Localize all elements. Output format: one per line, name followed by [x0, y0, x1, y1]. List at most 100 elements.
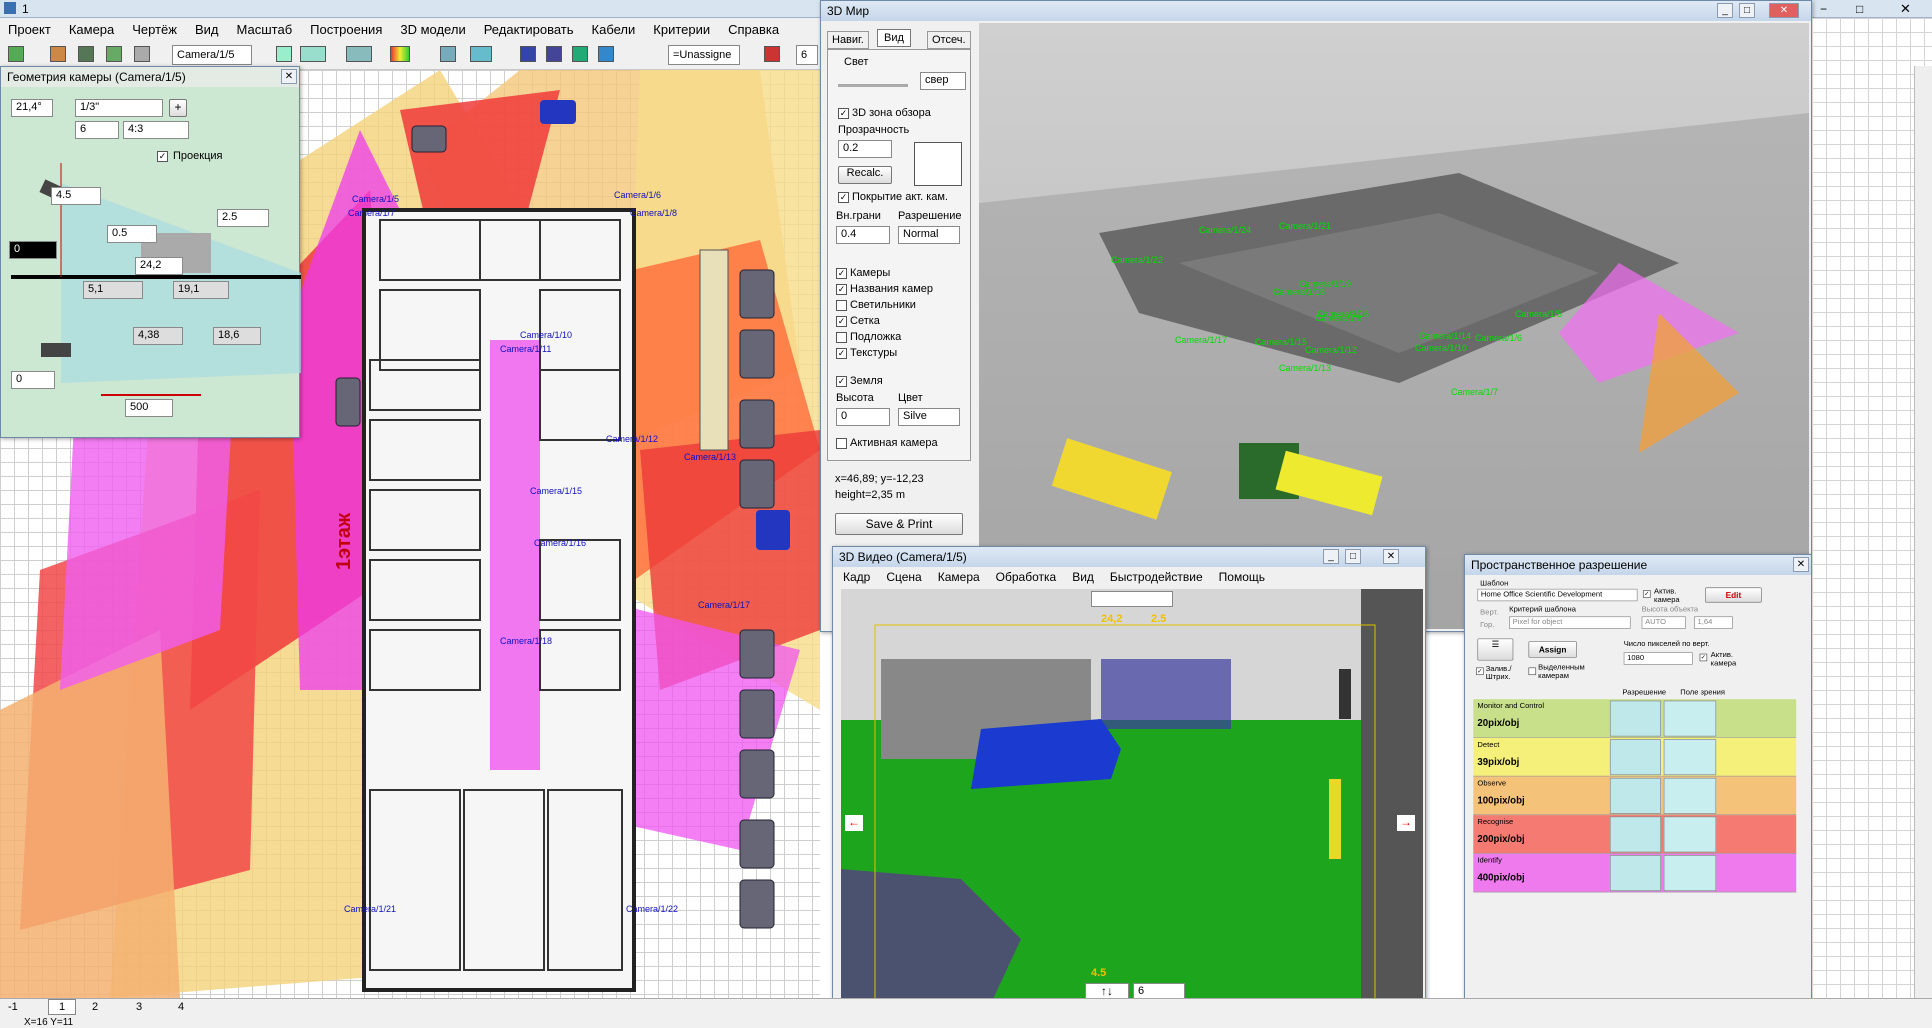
- menu-help[interactable]: Помощь: [1219, 570, 1265, 584]
- align-icon[interactable]: [764, 46, 780, 62]
- bus-icon[interactable]: [546, 46, 562, 62]
- camera-label[interactable]: Camera/1/21: [344, 904, 396, 914]
- zone-checkbox[interactable]: ✓: [838, 108, 849, 119]
- active-camera-checkbox[interactable]: [836, 438, 847, 449]
- camera-label[interactable]: Camera/1/22: [626, 904, 678, 914]
- camera-label[interactable]: Camera/1/7: [348, 208, 395, 218]
- page-tab[interactable]: -1: [8, 1001, 18, 1013]
- people-icon[interactable]: [520, 46, 536, 62]
- colors-icon[interactable]: [390, 46, 410, 62]
- camera-label[interactable]: Camera/1/5: [352, 194, 399, 204]
- menu-edit[interactable]: Редактировать: [484, 22, 574, 37]
- menu-help[interactable]: Справка: [728, 22, 779, 37]
- camera-label[interactable]: Camera/1/16: [534, 538, 586, 548]
- assign-button[interactable]: Assign: [1528, 641, 1577, 658]
- vert-radio[interactable]: Верт.: [1480, 608, 1498, 616]
- criterion-select[interactable]: Pixel for object: [1509, 616, 1631, 629]
- menu-drawing[interactable]: Чертёж: [132, 22, 177, 37]
- menu-view[interactable]: Вид: [1072, 570, 1094, 584]
- edit-button[interactable]: Edit: [1705, 587, 1762, 603]
- height-select[interactable]: 4.5: [51, 187, 101, 205]
- pixels-select[interactable]: 1080: [1623, 652, 1693, 665]
- tab-view[interactable]: Вид: [877, 29, 911, 47]
- menu-criteria[interactable]: Критерии: [653, 22, 710, 37]
- close-icon[interactable]: ✕: [1793, 557, 1809, 572]
- tilt-height-select[interactable]: 2.5: [217, 209, 269, 227]
- active-camera2-checkbox[interactable]: ✓: [1699, 653, 1708, 662]
- layer-select[interactable]: =Unassigne: [668, 45, 740, 65]
- new-icon[interactable]: [8, 46, 24, 62]
- table-row[interactable]: Detect 39pix/obj: [1473, 737, 1797, 777]
- close-button[interactable]: ✕: [1900, 1, 1911, 17]
- camera-label[interactable]: Camera/1/10: [520, 330, 572, 340]
- obj-height-select[interactable]: 1,64: [1694, 616, 1733, 629]
- camera-label[interactable]: Camera/1/13: [684, 452, 736, 462]
- vertical-scrollbar[interactable]: [1914, 66, 1932, 998]
- world3d-viewport[interactable]: Camera/1/24 Camera/1/21 Camera/1/22 Came…: [979, 23, 1809, 629]
- light-slider[interactable]: [838, 84, 908, 87]
- print-icon[interactable]: [134, 46, 150, 62]
- maximize-button[interactable]: □: [1739, 3, 1755, 18]
- ground-color-select[interactable]: Silve: [898, 408, 960, 426]
- cameras-checkbox[interactable]: ✓: [836, 268, 847, 279]
- lights-checkbox[interactable]: [836, 300, 847, 311]
- list-icon[interactable]: ☰: [1477, 638, 1514, 661]
- number-select[interactable]: 6: [796, 45, 818, 65]
- camera-names-checkbox[interactable]: ✓: [836, 284, 847, 295]
- camera-label[interactable]: Camera/1/8: [630, 208, 677, 218]
- copy-icon[interactable]: [598, 46, 614, 62]
- minimize-button[interactable]: −: [1820, 2, 1827, 16]
- layers-icon[interactable]: [346, 46, 372, 62]
- pointer-icon[interactable]: [276, 46, 292, 62]
- camera-view-icon[interactable]: [300, 46, 326, 62]
- ground-height-select[interactable]: 0: [836, 408, 890, 426]
- page-tab[interactable]: 4: [178, 1001, 184, 1013]
- tilt-arrows[interactable]: [1091, 591, 1173, 607]
- maximize-button[interactable]: □: [1345, 549, 1361, 564]
- table-row[interactable]: Monitor and Control 20pix/obj: [1473, 699, 1797, 738]
- active-camera-checkbox[interactable]: ✓: [1643, 590, 1651, 598]
- close-button[interactable]: ✕: [1383, 549, 1399, 564]
- grid-checkbox[interactable]: ✓: [836, 316, 847, 327]
- menu-view[interactable]: Вид: [195, 22, 219, 37]
- light-dir-select[interactable]: свер: [920, 72, 966, 90]
- add-button[interactable]: +: [169, 99, 187, 117]
- transparency-select[interactable]: 0.2: [838, 140, 892, 158]
- menu-processing[interactable]: Обработка: [996, 570, 1057, 584]
- camera-label[interactable]: Camera/1/12: [606, 434, 658, 444]
- menu-camera[interactable]: Камера: [938, 570, 980, 584]
- camera-label[interactable]: Camera/1/18: [500, 636, 552, 646]
- menu-cables[interactable]: Кабели: [592, 22, 636, 37]
- ground-select[interactable]: 0: [9, 241, 57, 259]
- pan-left-icon[interactable]: ←: [845, 815, 863, 831]
- angle-field[interactable]: 21,4°: [11, 99, 53, 117]
- menu-3d-models[interactable]: 3D модели: [400, 22, 465, 37]
- menu-project[interactable]: Проект: [8, 22, 51, 37]
- sensor-select[interactable]: 1/3": [75, 99, 163, 117]
- camera-label[interactable]: Camera/1/15: [530, 486, 582, 496]
- tab-navig[interactable]: Навиг.: [827, 31, 869, 49]
- template-select[interactable]: Home Office Scientific Development: [1477, 588, 1638, 602]
- menu-scale[interactable]: Масштаб: [237, 22, 293, 37]
- minimize-button[interactable]: _: [1323, 549, 1339, 564]
- table-row[interactable]: Recognise 200pix/obj: [1473, 815, 1797, 854]
- maximize-button[interactable]: □: [1856, 2, 1863, 16]
- rotation-select[interactable]: 0: [11, 371, 55, 389]
- camera-select[interactable]: Camera/1/5: [172, 45, 252, 65]
- menu-camera[interactable]: Камера: [69, 22, 114, 37]
- selected-checkbox[interactable]: [1528, 667, 1537, 676]
- fill-checkbox[interactable]: ✓: [1476, 667, 1484, 676]
- faces-selector[interactable]: [914, 142, 962, 186]
- inner-select[interactable]: 0.4: [836, 226, 890, 244]
- menu-frame[interactable]: Кадр: [843, 570, 870, 584]
- text-icon[interactable]: [572, 46, 588, 62]
- auto-select[interactable]: AUTO: [1641, 616, 1686, 629]
- add-camera-icon[interactable]: [50, 46, 66, 62]
- ground-checkbox[interactable]: ✓: [836, 376, 847, 387]
- close-button[interactable]: ✕: [1769, 3, 1799, 18]
- underlay-checkbox[interactable]: [836, 332, 847, 343]
- camera-label[interactable]: Camera/1/11: [500, 344, 551, 354]
- close-icon[interactable]: ✕: [281, 69, 297, 84]
- tab-clip[interactable]: Отсеч.: [927, 31, 971, 49]
- offset-select[interactable]: 0.5: [107, 225, 157, 243]
